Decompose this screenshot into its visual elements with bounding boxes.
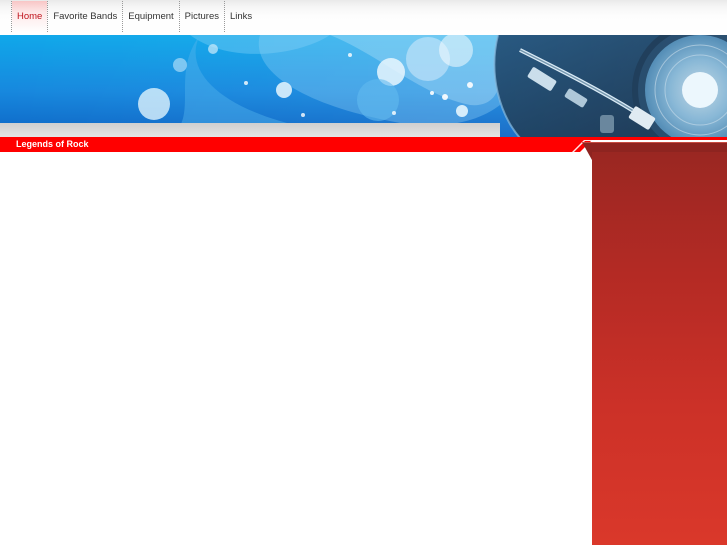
main-menu: Home Favorite Bands Equipment Pictures L…: [11, 1, 257, 32]
nav-item-label: Equipment: [128, 11, 174, 22]
top-navigation-bar: Home Favorite Bands Equipment Pictures L…: [0, 0, 727, 35]
page: Home Favorite Bands Equipment Pictures L…: [0, 0, 727, 545]
nav-item-equipment[interactable]: Equipment: [123, 1, 178, 32]
nav-item-label: Favorite Bands: [53, 11, 118, 22]
nav-item-favorite-bands[interactable]: Favorite Bands: [48, 1, 122, 32]
banner-bottom-strip: [0, 123, 500, 137]
nav-item-links[interactable]: Links: [225, 1, 257, 32]
nav-item-label: Links: [230, 11, 253, 22]
nav-item-home[interactable]: Home: [12, 1, 48, 32]
nav-item-label: Home: [17, 11, 43, 22]
nav-item-label: Pictures: [184, 11, 219, 22]
right-sidebar: [592, 152, 727, 545]
section-title: Legends of Rock: [16, 139, 89, 149]
nav-item-pictures[interactable]: Pictures: [180, 1, 224, 32]
main-content-area: [0, 152, 592, 545]
